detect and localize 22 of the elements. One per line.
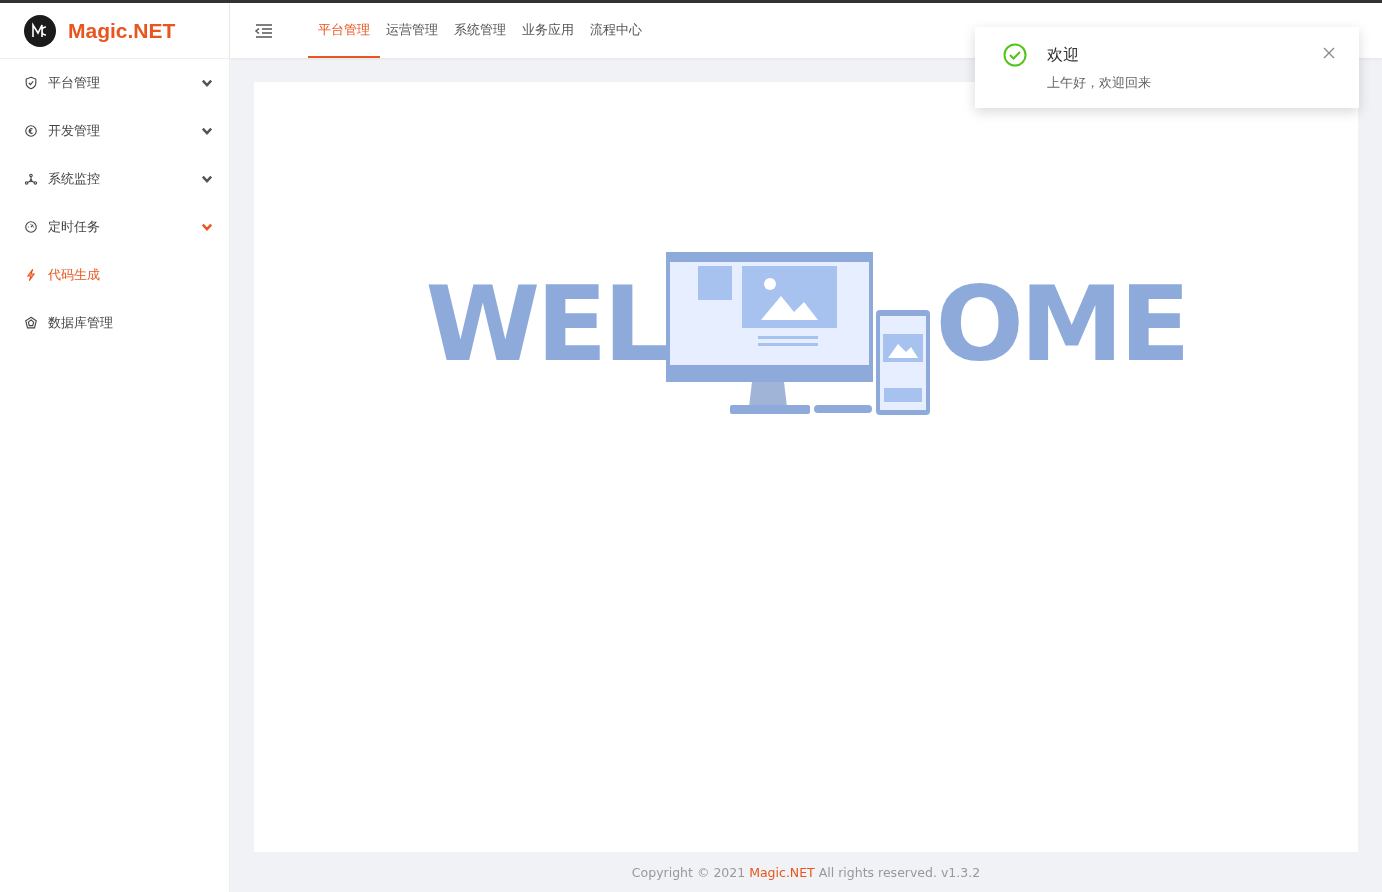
brand-name: Magic.NET	[68, 18, 176, 43]
success-check-icon	[1003, 43, 1027, 67]
nav-tab[interactable]: 平台管理	[308, 3, 380, 58]
sidebar-item[interactable]: 开发管理	[0, 107, 229, 155]
sidebar-item[interactable]: 代码生成	[0, 251, 229, 299]
sidebar-item[interactable]: 平台管理	[0, 59, 229, 107]
pentagon-icon	[24, 316, 38, 330]
sidebar-item[interactable]: 系统监控	[0, 155, 229, 203]
welcome-text: WEL	[425, 272, 666, 376]
logo-icon	[24, 14, 56, 47]
shield-check-icon	[24, 76, 38, 90]
notification-title: 欢迎	[1047, 45, 1080, 66]
sidebar-item[interactable]: 定时任务	[0, 203, 229, 251]
copyright-text: Copyright © 2021 Magic.NET All rights reserved. v1.3.2	[631, 864, 981, 880]
notification-message: 上午好，欢迎回来	[1047, 74, 1152, 92]
lightning-icon	[24, 268, 38, 282]
euro-circle-icon	[24, 124, 38, 138]
gauge-icon	[24, 220, 38, 234]
network-nodes-icon	[24, 172, 38, 186]
close-icon[interactable]	[1323, 47, 1335, 61]
sidebar-item[interactable]: 数据库管理	[0, 299, 229, 347]
welcome-text: OME	[935, 272, 1187, 376]
